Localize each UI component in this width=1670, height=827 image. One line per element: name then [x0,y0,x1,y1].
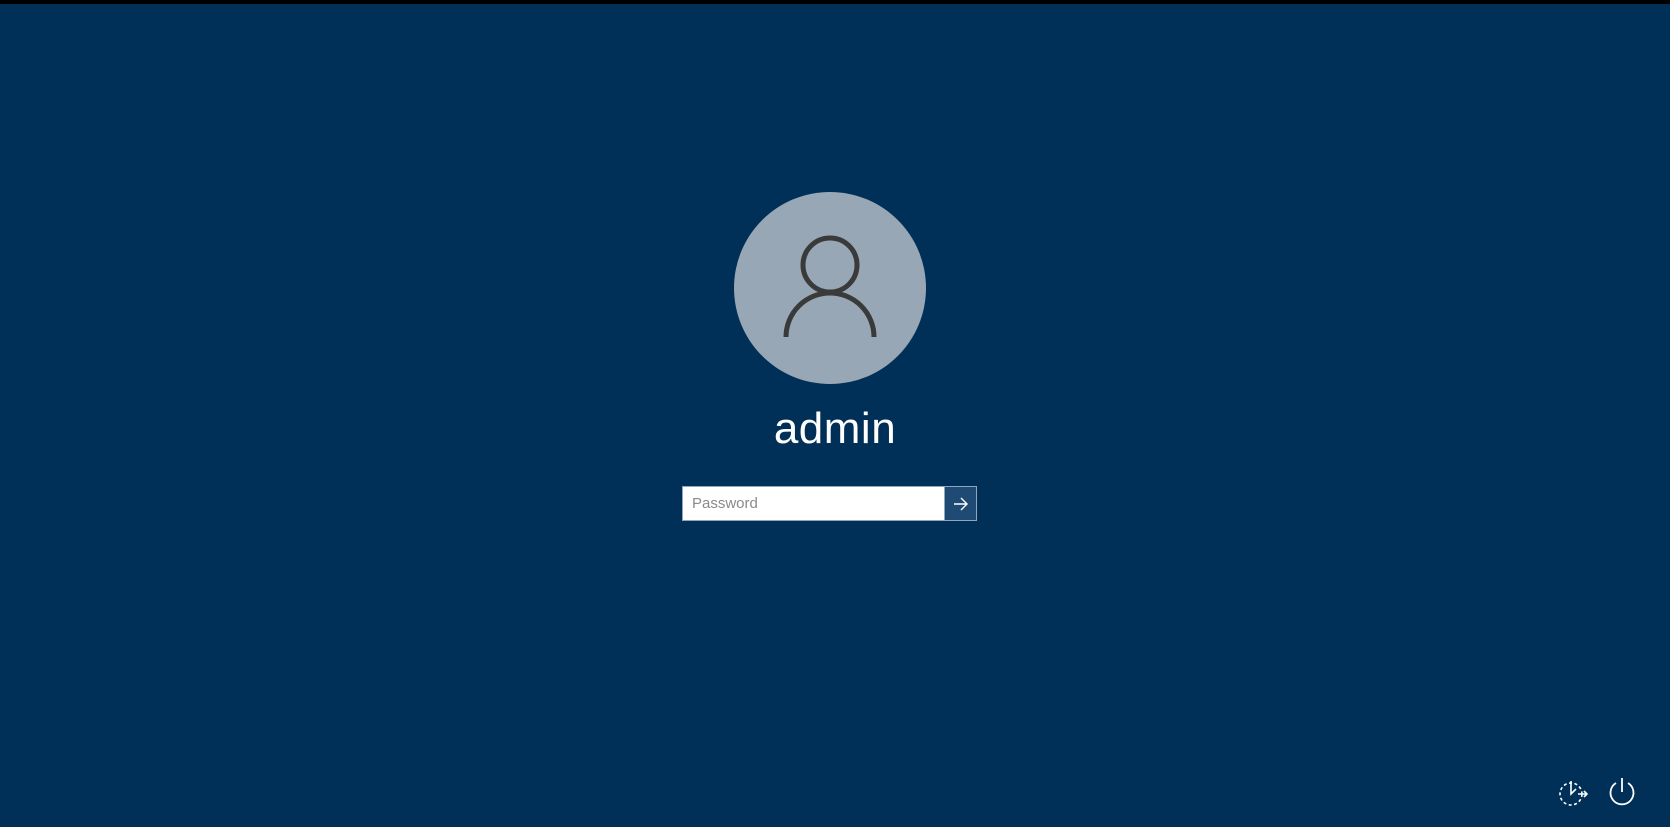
password-row [682,486,977,521]
username-label: admin [773,404,897,453]
power-button[interactable] [1604,774,1640,810]
ease-of-access-button[interactable] [1555,774,1591,810]
password-input[interactable] [683,487,944,520]
submit-button[interactable] [944,487,976,520]
power-icon [1609,778,1635,806]
arrow-right-icon [953,497,968,510]
ease-of-access-icon [1559,781,1589,806]
user-icon [783,235,877,338]
user-avatar [734,192,926,384]
lock-screen: admin [0,4,1670,827]
